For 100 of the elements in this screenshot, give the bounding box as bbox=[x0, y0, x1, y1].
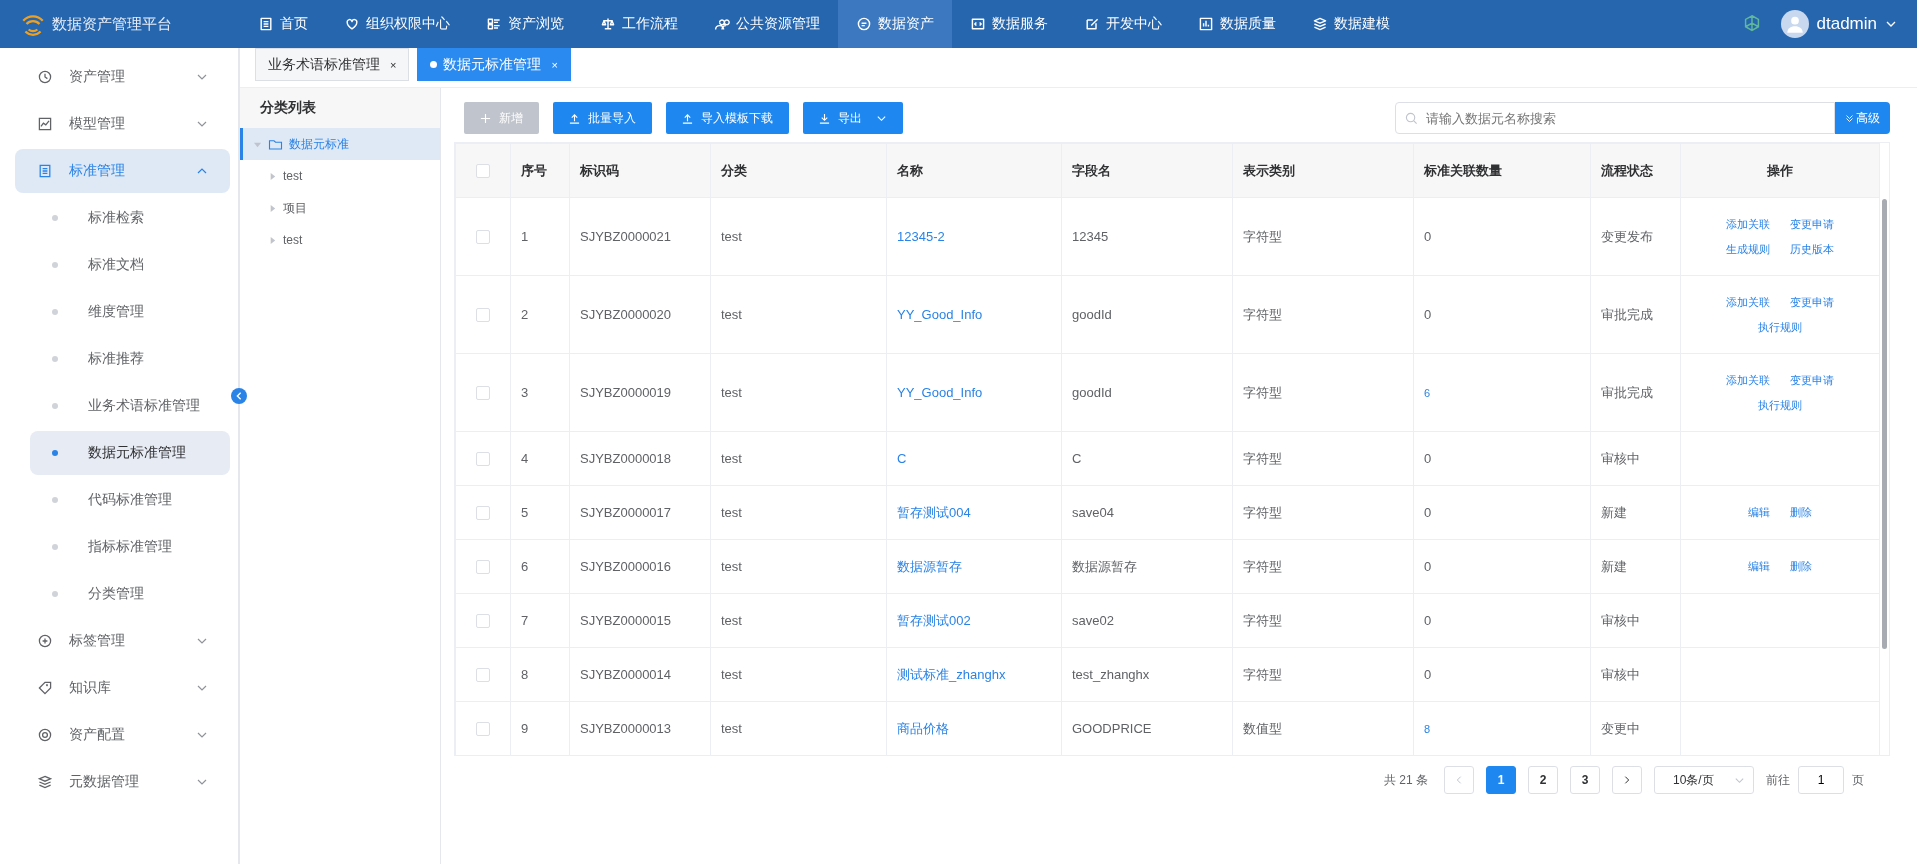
sidebar-submenu-item[interactable]: 维度管理 bbox=[30, 290, 230, 334]
table-cell: 7 bbox=[521, 613, 529, 628]
action-link[interactable]: 添加关联 bbox=[1726, 294, 1770, 310]
sidebar-submenu-item[interactable]: 数据元标准管理 bbox=[30, 431, 230, 475]
bullet-icon bbox=[52, 309, 58, 315]
sidebar-submenu-item[interactable]: 代码标准管理 bbox=[30, 478, 230, 522]
caret-icon bbox=[268, 235, 277, 245]
name-link[interactable]: 暂存测试004 bbox=[897, 504, 971, 520]
sidebar-submenu-item[interactable]: 指标标准管理 bbox=[30, 525, 230, 569]
name-link[interactable]: 暂存测试002 bbox=[897, 612, 971, 628]
upload-button[interactable]: 导入模板下载 bbox=[666, 102, 789, 134]
nav-tab[interactable]: 资产浏览 bbox=[468, 0, 582, 48]
close-tab-button[interactable]: × bbox=[551, 58, 558, 71]
row-checkbox[interactable] bbox=[476, 308, 490, 323]
name-link[interactable]: 商品价格 bbox=[897, 720, 949, 736]
sidebar-menu-item[interactable]: 资产管理 bbox=[15, 55, 230, 99]
nav-tab[interactable]: 数据质量 bbox=[1180, 0, 1294, 48]
page-button[interactable]: 1 bbox=[1486, 766, 1516, 794]
nav-tab[interactable]: 组织权限中心 bbox=[326, 0, 468, 48]
table-cell: 字符型 bbox=[1243, 306, 1282, 322]
nav-tab[interactable]: 开发中心 bbox=[1066, 0, 1180, 48]
count-link[interactable]: 8 bbox=[1424, 723, 1431, 735]
nav-tab[interactable]: 公共资源管理 bbox=[696, 0, 838, 48]
export-button[interactable]: 导出 bbox=[803, 102, 903, 134]
row-checkbox[interactable] bbox=[476, 668, 490, 683]
count-link[interactable]: 6 bbox=[1424, 387, 1431, 399]
upload-button[interactable]: 批量导入 bbox=[553, 102, 652, 134]
row-checkbox[interactable] bbox=[476, 506, 490, 521]
table-cell: test bbox=[721, 613, 742, 628]
table-cell: test bbox=[721, 667, 742, 682]
table-cell: C bbox=[1072, 451, 1082, 466]
goto-page-field[interactable]: 1 bbox=[1798, 766, 1844, 794]
page-tab[interactable]: 数据元标准管理 × bbox=[417, 48, 571, 81]
sidebar-submenu-item[interactable]: 标准推荐 bbox=[30, 337, 230, 381]
table-cell: 0 bbox=[1424, 613, 1432, 628]
action-link[interactable]: 执行规则 bbox=[1758, 319, 1802, 335]
row-checkbox[interactable] bbox=[476, 452, 490, 467]
sidebar-menu-item[interactable]: 标签管理 bbox=[15, 619, 230, 663]
action-link[interactable]: 编辑 bbox=[1748, 505, 1770, 520]
table-cell: save04 bbox=[1072, 505, 1114, 520]
tree-node[interactable]: 项目 bbox=[240, 192, 440, 224]
action-link[interactable]: 生成规则 bbox=[1726, 241, 1770, 257]
action-link[interactable]: 添加关联 bbox=[1726, 216, 1770, 232]
name-link[interactable]: C bbox=[897, 451, 907, 466]
table-cell: 0 bbox=[1424, 667, 1432, 682]
name-link[interactable]: 12345-2 bbox=[897, 229, 945, 244]
sidebar-submenu-item[interactable]: 业务术语标准管理 bbox=[30, 384, 230, 428]
sidebar-menu-item[interactable]: 标准管理 bbox=[15, 149, 230, 193]
nav-tab[interactable]: 工作流程 bbox=[582, 0, 696, 48]
action-link[interactable]: 添加关联 bbox=[1726, 372, 1770, 388]
row-checkbox[interactable] bbox=[476, 614, 490, 629]
sidebar-submenu-item[interactable]: 分类管理 bbox=[30, 572, 230, 616]
table-cell: 8 bbox=[521, 667, 529, 682]
action-link[interactable]: 历史版本 bbox=[1790, 241, 1834, 257]
advanced-search-button[interactable]: 高级 bbox=[1835, 102, 1890, 134]
search-field[interactable]: 请输入数据元名称搜索 bbox=[1395, 102, 1835, 134]
sidebar-menu-item[interactable]: 元数据管理 bbox=[15, 760, 230, 804]
page-tab[interactable]: 业务术语标准管理 × bbox=[255, 48, 410, 81]
tree-node[interactable]: test bbox=[240, 160, 440, 192]
nav-icon bbox=[714, 16, 730, 32]
row-checkbox[interactable] bbox=[476, 386, 490, 401]
tree-node[interactable]: 数据元标准 bbox=[240, 128, 440, 160]
tree-node[interactable]: test bbox=[240, 224, 440, 256]
nav-tab[interactable]: 数据服务 bbox=[952, 0, 1066, 48]
page-button[interactable]: 2 bbox=[1528, 766, 1558, 794]
collapse-sidebar-button[interactable] bbox=[231, 388, 247, 404]
action-link[interactable]: 变更申请 bbox=[1790, 216, 1834, 232]
nav-tab[interactable]: 首页 bbox=[240, 0, 326, 48]
action-link[interactable]: 变更申请 bbox=[1790, 294, 1834, 310]
row-checkbox[interactable] bbox=[476, 722, 490, 737]
name-link[interactable]: YY_Good_Info bbox=[897, 385, 983, 400]
sidebar-submenu-item[interactable]: 标准文档 bbox=[30, 243, 230, 287]
nav-tab[interactable]: 数据资产 bbox=[838, 0, 952, 48]
page-size-select[interactable]: 10条/页 bbox=[1654, 766, 1754, 794]
action-link[interactable]: 执行规则 bbox=[1758, 397, 1802, 413]
close-tab-button[interactable]: × bbox=[390, 58, 397, 71]
sidebar-menu-item[interactable]: 资产配置 bbox=[15, 713, 230, 757]
scrollbar[interactable] bbox=[1882, 199, 1887, 649]
double-chevron-down-icon bbox=[1845, 113, 1854, 123]
name-link[interactable]: 数据源暂存 bbox=[897, 558, 962, 574]
avatar[interactable] bbox=[1780, 10, 1809, 38]
name-link[interactable]: 测试标准_zhanghx bbox=[897, 666, 1006, 682]
previous-page-button[interactable] bbox=[1444, 766, 1474, 794]
row-checkbox[interactable] bbox=[476, 560, 490, 575]
nav-tab[interactable]: 数据建模 bbox=[1294, 0, 1408, 48]
user-name[interactable]: dtadmin bbox=[1816, 14, 1877, 34]
select-all-checkbox[interactable] bbox=[476, 164, 490, 179]
sidebar-submenu-item[interactable]: 标准检索 bbox=[30, 196, 230, 240]
action-link[interactable]: 删除 bbox=[1790, 505, 1812, 520]
page-button[interactable]: 3 bbox=[1570, 766, 1600, 794]
sidebar-menu-item[interactable]: 知识库 bbox=[15, 666, 230, 710]
row-checkbox[interactable] bbox=[476, 230, 490, 245]
action-link[interactable]: 编辑 bbox=[1748, 559, 1770, 574]
action-link[interactable]: 删除 bbox=[1790, 559, 1812, 574]
table-cell: SJYBZ0000015 bbox=[580, 613, 672, 628]
sidebar-menu-item[interactable]: 模型管理 bbox=[15, 102, 230, 146]
nav-icon bbox=[856, 16, 872, 32]
action-link[interactable]: 变更申请 bbox=[1790, 372, 1834, 388]
next-page-button[interactable] bbox=[1612, 766, 1642, 794]
name-link[interactable]: YY_Good_Info bbox=[897, 307, 983, 322]
